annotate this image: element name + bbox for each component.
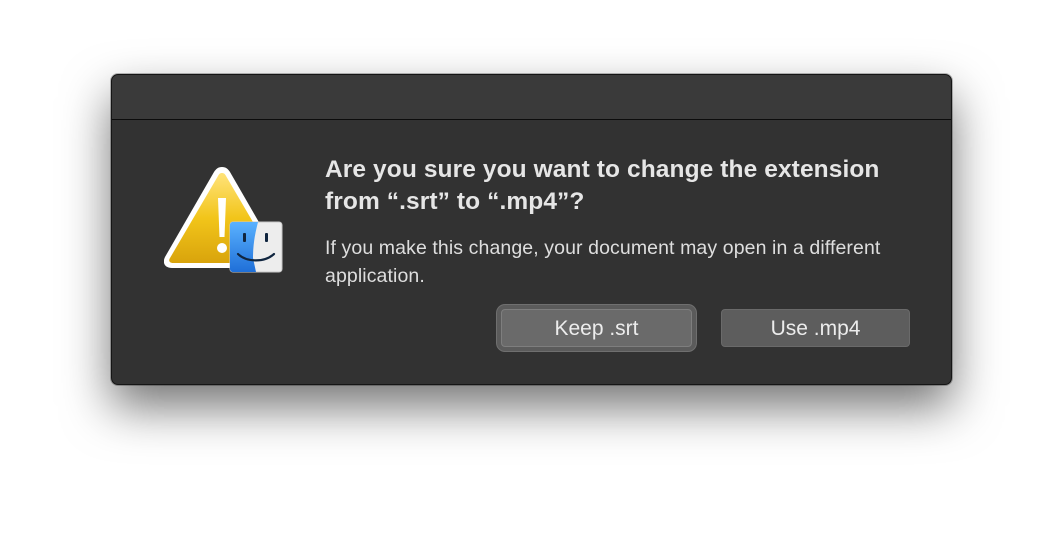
- use-mp4-button[interactable]: Use .mp4: [721, 309, 910, 347]
- dialog-message: If you make this change, your document m…: [325, 237, 881, 287]
- dialog-titlebar: [112, 75, 951, 120]
- warning-triangle-icon: [164, 167, 283, 273]
- keep-srt-button[interactable]: Keep .srt: [501, 309, 692, 347]
- screen: Are you sure you want to change the exte…: [0, 0, 1064, 534]
- finder-icon: [229, 221, 283, 273]
- dialog-title: Are you sure you want to change the exte…: [325, 156, 880, 215]
- change-extension-dialog: Are you sure you want to change the exte…: [111, 74, 952, 385]
- alert-icon-group: [164, 162, 286, 274]
